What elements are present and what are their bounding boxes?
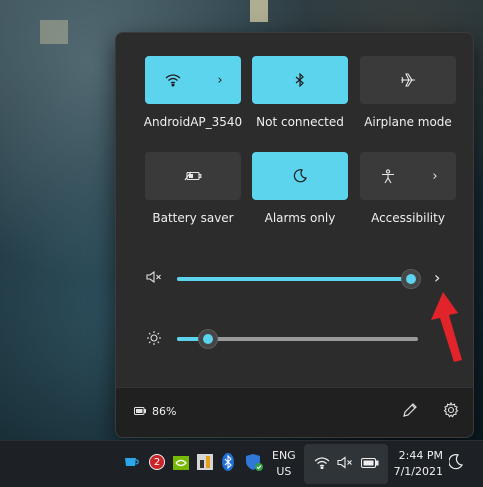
language-code: ENG (272, 449, 296, 462)
quick-settings-tray-button[interactable] (304, 444, 388, 484)
wallpaper-sign (250, 0, 268, 22)
edit-quick-settings-button[interactable] (402, 402, 418, 418)
accessibility-tile[interactable]: › (360, 152, 456, 200)
battery-saver-label: Battery saver (152, 211, 234, 225)
keyboard-region: US (276, 465, 292, 478)
chevron-right-icon: › (217, 72, 223, 88)
chevron-right-icon: › (432, 168, 438, 184)
wifi-expand-button[interactable]: › (200, 57, 240, 103)
volume-slider-row: › (116, 267, 473, 291)
chevron-right-icon: › (434, 268, 441, 287)
battery-saver-icon (184, 170, 202, 182)
speaker-muted-tray-icon (337, 456, 353, 469)
battery-status[interactable]: 86% (134, 405, 176, 418)
volume-thumb[interactable] (400, 269, 421, 289)
tea-icon[interactable] (124, 456, 140, 468)
wifi-icon (165, 73, 181, 87)
quick-settings-panel: › AndroidAP_3540 Not connected Airplane … (115, 32, 474, 438)
focus-assist-tile[interactable] (252, 152, 348, 200)
gear-icon (443, 402, 459, 418)
app-tile-icon[interactable] (197, 454, 213, 470)
settings-button[interactable] (443, 402, 459, 418)
accessibility-icon (381, 168, 395, 184)
volume-slider[interactable] (177, 269, 421, 289)
notification-badge: 2 (149, 454, 165, 470)
moon-icon (293, 169, 307, 183)
accessibility-expand-button[interactable]: › (415, 153, 455, 199)
battery-icon (134, 405, 146, 418)
focus-assist-label: Alarms only (264, 211, 336, 225)
moon-tray-icon[interactable] (449, 454, 463, 470)
wifi-tile[interactable]: › (145, 56, 241, 104)
brightness-slider[interactable] (177, 329, 418, 349)
clock-time: 2:44 PM (398, 449, 443, 462)
airplane-tile[interactable] (360, 56, 456, 104)
battery-percentage: 86% (152, 405, 177, 418)
sun-icon (146, 330, 162, 346)
brightness-slider-row (116, 327, 473, 351)
quick-settings-footer: 86% (116, 387, 473, 437)
taskbar-clock[interactable]: 2:44 PM 7/1/2021 (393, 448, 443, 480)
wallpaper-sign (40, 20, 68, 44)
volume-fill (177, 277, 411, 281)
bluetooth-icon (295, 73, 305, 87)
red-arrow-annotation (431, 292, 462, 362)
pencil-icon (403, 403, 417, 417)
battery-tray-icon (361, 458, 379, 468)
airplane-label: Airplane mode (364, 115, 452, 129)
defender-icon[interactable] (245, 453, 263, 471)
wifi-tray-icon (314, 456, 330, 469)
audio-output-button[interactable]: › (434, 268, 440, 287)
bluetooth-label: Not connected (256, 115, 344, 129)
bluetooth-tray-icon[interactable] (222, 453, 234, 471)
input-language-indicator[interactable]: ENG US (272, 448, 296, 480)
nvidia-icon[interactable] (173, 456, 189, 470)
wifi-label: AndroidAP_3540 (143, 115, 243, 129)
battery-saver-tile[interactable] (145, 152, 241, 200)
accessibility-toggle[interactable] (361, 153, 415, 199)
speaker-muted-icon[interactable] (146, 270, 162, 284)
airplane-icon (400, 73, 416, 87)
taskbar: 2 ENG US 2:44 PM 7/1/2021 (0, 440, 483, 487)
brightness-thumb[interactable] (198, 329, 219, 349)
badge-app-icon[interactable]: 2 (149, 454, 165, 470)
wifi-toggle[interactable] (146, 57, 200, 103)
bluetooth-tile[interactable] (252, 56, 348, 104)
accessibility-label: Accessibility (371, 211, 445, 225)
clock-date: 7/1/2021 (393, 465, 443, 478)
